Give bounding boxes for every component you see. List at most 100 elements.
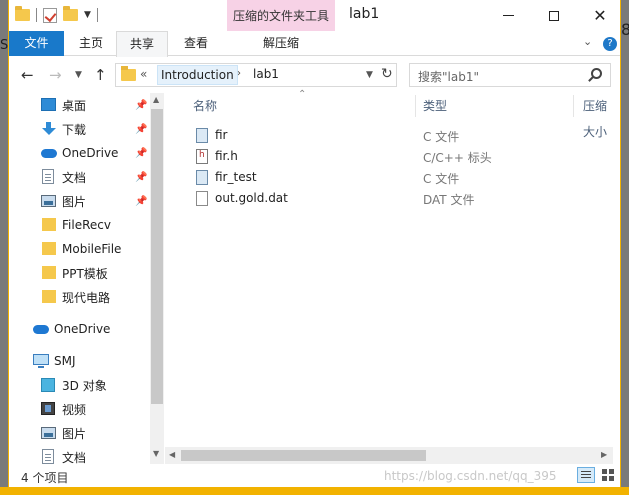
column-divider[interactable] [573,95,574,117]
close-button[interactable]: ✕ [577,0,620,31]
tab-view[interactable]: 查看 [170,31,222,56]
search-icon[interactable] [591,68,602,79]
tab-decompress[interactable]: 解压缩 [227,31,335,56]
refresh-icon[interactable]: ↻ [381,66,393,82]
nav-item-mobilefile[interactable]: MobileFile [9,237,149,261]
back-arrow-icon[interactable]: ← [21,66,34,84]
nav-item-modern-circuits[interactable]: 现代电路 [9,285,149,309]
folder-icon [42,266,56,279]
nav-item-label: 文档 [62,450,87,465]
folder-icon[interactable] [15,6,30,21]
file-row[interactable]: fir C 文件 [193,125,573,146]
file-list: ⌃ 名称 类型 压缩大小 fir C 文件 fir.h C/C++ 标头 fir… [165,89,613,464]
column-header-name[interactable]: 名称 [193,93,217,119]
close-icon: ✕ [593,6,607,25]
folder-icon [42,242,56,255]
watermark: https://blog.csdn.net/qq_395 [384,469,557,483]
nav-item-label: OneDrive [54,322,111,336]
recent-locations-chevron-icon[interactable]: ▼ [75,70,82,80]
pin-icon[interactable]: 📌 [135,196,147,207]
nav-item-label: 下载 [62,122,87,137]
scrollbar-thumb[interactable] [181,450,426,461]
navigation-scrollbar[interactable]: ▲ ▼ [150,93,164,464]
help-icon[interactable]: ? [603,37,617,51]
computer-icon [33,354,49,368]
nav-item-onedrive[interactable]: OneDrive [9,317,149,341]
status-bar: 4 个项目 https://blog.csdn.net/qq_395 [9,465,620,487]
nav-item-filerecv[interactable]: FileRecv [9,213,149,237]
nav-item-downloads[interactable]: 下载 📌 [9,117,149,141]
nav-item-this-pc[interactable]: SMJ [9,349,149,373]
minimize-button[interactable] [485,0,531,31]
nav-item-label: PPT模板 [62,266,108,281]
window-title: lab1 [349,6,380,22]
nav-item-3d-objects[interactable]: 3D 对象 [9,373,149,397]
scroll-right-icon[interactable]: ▶ [601,450,607,459]
pin-icon[interactable]: 📌 [135,124,147,135]
header-file-icon [196,149,208,164]
address-bar[interactable]: « Introduction › lab1 ▼ ↻ [115,63,397,87]
tab-file[interactable]: 文件 [9,31,64,56]
horizontal-scrollbar[interactable]: ◀ ▶ [165,447,613,464]
pin-icon[interactable]: 📌 [135,172,147,183]
maximize-button[interactable] [531,0,577,31]
onedrive-icon [41,149,57,158]
breadcrumb-separator-icon[interactable]: › [237,68,241,79]
search-placeholder[interactable]: 搜索"lab1" [418,68,479,85]
nav-item-pc-documents[interactable]: 文档 [9,445,149,464]
folder-icon [121,66,136,81]
details-view-icon[interactable] [577,467,595,483]
onedrive-icon [33,325,49,334]
pictures-icon [41,427,56,439]
nav-item-label: 视频 [62,402,87,417]
contextual-group-title: 压缩的文件夹工具 [232,9,329,23]
nav-item-ppt-templates[interactable]: PPT模板 [9,261,149,285]
sort-ascending-icon: ⌃ [298,89,307,100]
address-dropdown-chevron-icon[interactable]: ▼ [366,70,373,80]
nav-item-pc-pictures[interactable]: 图片 [9,421,149,445]
scroll-down-icon[interactable]: ▼ [153,449,159,458]
scrollbar-thumb[interactable] [151,109,163,404]
pin-icon[interactable]: 📌 [135,100,147,111]
large-icons-view-icon[interactable] [599,467,617,483]
tab-share[interactable]: 共享 [116,31,168,57]
nav-item-pictures[interactable]: 图片 📌 [9,189,149,213]
minimize-icon [502,15,514,16]
customize-toolbar-chevron-icon[interactable]: ▼ [84,10,91,20]
properties-icon[interactable] [43,7,57,23]
scroll-left-icon[interactable]: ◀ [169,450,175,459]
file-type: C 文件 [423,172,460,186]
nav-item-onedrive-pinned[interactable]: OneDrive 📌 [9,141,149,165]
file-row[interactable]: out.gold.dat DAT 文件 [193,188,573,209]
navigation-bar: ← → ▼ ↑ « Introduction › lab1 ▼ ↻ 搜索"lab… [9,57,620,93]
nav-item-label: 文档 [62,170,87,185]
nav-item-videos[interactable]: 视频 [9,397,149,421]
expand-ribbon-chevron-icon[interactable]: ⌄ [583,35,592,48]
pin-icon[interactable]: 📌 [135,148,147,159]
file-type: C/C++ 标头 [423,151,492,165]
file-name: out.gold.dat [215,191,288,205]
scroll-up-icon[interactable]: ▲ [153,95,159,104]
forward-arrow-icon[interactable]: → [49,66,62,84]
column-header-type[interactable]: 类型 [423,93,447,119]
download-icon [41,122,56,135]
breadcrumb-introduction[interactable]: Introduction [157,65,238,85]
file-row[interactable]: fir.h C/C++ 标头 [193,146,573,167]
toolbar-divider [36,8,37,22]
new-folder-icon[interactable] [63,6,78,21]
nav-item-documents[interactable]: 文档 📌 [9,165,149,189]
tab-home[interactable]: 主页 [66,31,116,56]
column-divider[interactable] [415,95,416,117]
breadcrumb-lab1[interactable]: lab1 [253,67,279,81]
search-box[interactable]: 搜索"lab1" [409,63,611,87]
desktop-icon [41,98,56,111]
file-name: fir_test [215,170,257,184]
nav-item-desktop[interactable]: 桌面 📌 [9,93,149,117]
up-arrow-icon[interactable]: ↑ [94,66,107,84]
column-header-compressed-size[interactable]: 压缩大小 [583,93,613,139]
hidden-path-chevron-icon[interactable]: « [140,67,147,81]
file-row[interactable]: fir_test C 文件 [193,167,573,188]
background-text-right: 8 [621,20,629,39]
nav-item-label: 图片 [62,194,87,209]
nav-item-label: 桌面 [62,98,87,113]
